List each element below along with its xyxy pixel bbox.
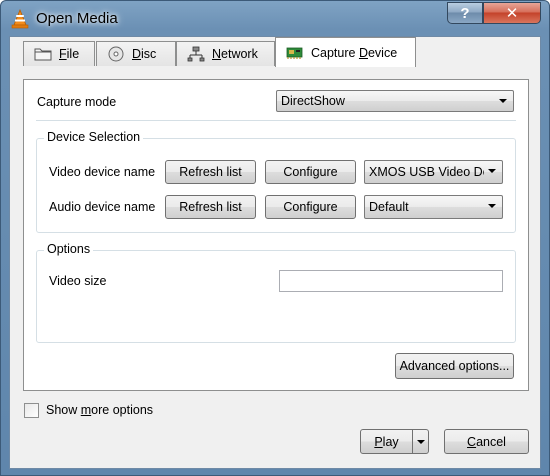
capture-device-panel: Capture mode DirectShow Device Selection…	[23, 79, 529, 391]
chevron-down-icon	[499, 99, 507, 103]
cancel-label: ancel	[476, 434, 506, 449]
video-device-label: Video device name	[49, 165, 156, 179]
show-more-options-checkbox[interactable]	[24, 403, 39, 418]
audio-device-value: Default	[369, 200, 409, 214]
show-more-label-post: ore options	[91, 403, 154, 417]
options-title: Options	[44, 242, 94, 256]
vlc-cone-icon	[11, 9, 29, 29]
window-title: Open Media	[36, 10, 118, 27]
video-device-dropdown[interactable]: XMOS USB Video De	[364, 160, 503, 184]
audio-device-dropdown[interactable]: Default	[364, 195, 503, 219]
close-button[interactable]: ✕	[483, 2, 541, 24]
show-more-options-label: Show more options	[46, 403, 153, 417]
cancel-button[interactable]: Cancel	[444, 429, 529, 454]
play-mnemonic: P	[374, 434, 383, 449]
options-group	[36, 250, 516, 343]
folder-icon	[34, 48, 52, 61]
refresh-video-list-button[interactable]: Refresh list	[165, 160, 256, 184]
configure-video-button[interactable]: Configure	[265, 160, 356, 184]
capture-card-icon	[286, 47, 303, 59]
tab-disc-mnemonic: D	[132, 47, 142, 61]
video-size-label: Video size	[49, 274, 107, 288]
play-button[interactable]: Play	[360, 429, 413, 454]
configure-audio-button[interactable]: Configure	[265, 195, 356, 219]
capture-mode-value: DirectShow	[281, 94, 345, 108]
refresh-audio-list-button[interactable]: Refresh list	[165, 195, 256, 219]
video-device-value: XMOS USB Video De	[369, 165, 484, 179]
tab-network-label: etwork	[221, 47, 258, 61]
network-icon	[187, 46, 205, 62]
device-selection-title: Device Selection	[44, 130, 144, 144]
tab-disc-label: isc	[141, 47, 157, 61]
tab-file[interactable]: File	[23, 41, 95, 66]
tab-network[interactable]: Network	[176, 41, 275, 66]
chevron-down-icon	[488, 169, 496, 173]
tab-capture-label-pre: Capture	[311, 45, 359, 60]
show-more-label-pre: Show	[46, 403, 81, 417]
play-label: lay	[382, 434, 399, 449]
dialog-client-area: File Disc Network Capture Device Capture…	[9, 36, 541, 469]
audio-device-label: Audio device name	[49, 200, 156, 214]
open-media-window: Open Media ? ✕ File Disc Network Capture…	[0, 0, 550, 476]
help-button[interactable]: ?	[447, 2, 483, 24]
tab-network-mnemonic: N	[212, 47, 222, 61]
capture-mode-label: Capture mode	[37, 95, 117, 109]
tab-capture-mnemonic: D	[358, 45, 368, 60]
tab-file-mnemonic: F	[59, 47, 67, 61]
cancel-mnemonic: C	[467, 434, 477, 449]
capture-mode-dropdown[interactable]: DirectShow	[276, 90, 514, 112]
play-options-dropdown[interactable]	[412, 429, 429, 454]
advanced-options-button[interactable]: Advanced options...	[395, 353, 514, 379]
tab-file-label: ile	[66, 47, 80, 61]
tab-capture-device[interactable]: Capture Device	[275, 37, 416, 67]
video-size-input[interactable]	[279, 270, 503, 292]
disc-icon	[108, 46, 124, 62]
chevron-down-icon	[488, 204, 496, 208]
separator	[36, 120, 516, 121]
chevron-down-icon	[416, 439, 425, 444]
tab-disc[interactable]: Disc	[96, 41, 176, 66]
show-more-mnemonic: m	[80, 403, 92, 417]
title-bar[interactable]: Open Media ? ✕	[1, 1, 549, 37]
tab-capture-label: evice	[367, 45, 398, 60]
